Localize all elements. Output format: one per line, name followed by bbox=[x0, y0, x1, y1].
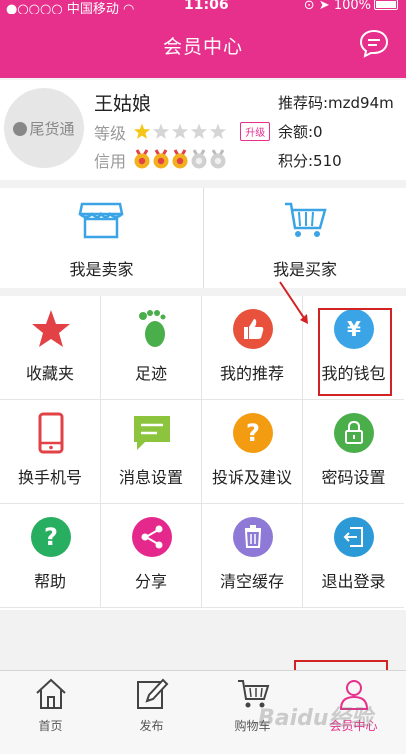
menu-label: 足迹 bbox=[134, 364, 167, 383]
menu-label: 换手机号 bbox=[17, 468, 82, 487]
level-stars-icon bbox=[134, 123, 227, 139]
watermark: Baidu经验 bbox=[258, 706, 373, 731]
menu-label: 密码设置 bbox=[321, 468, 386, 487]
menu-logout[interactable]: 退出登录 bbox=[303, 504, 404, 608]
location-icon: ➤ bbox=[318, 0, 330, 13]
message-icon bbox=[134, 416, 170, 450]
avatar-label: 尾货通 bbox=[29, 120, 75, 138]
level-label: 等级 bbox=[94, 124, 127, 143]
menu-change-phone[interactable]: 换手机号 bbox=[0, 400, 101, 504]
menu-label: 收藏夹 bbox=[25, 364, 74, 383]
menu-feedback[interactable]: ? 投诉及建议 bbox=[202, 400, 303, 504]
level-star bbox=[210, 123, 227, 139]
page-title: 会员中心 bbox=[162, 36, 243, 58]
menu-label: 清空缓存 bbox=[219, 572, 284, 591]
level-star bbox=[172, 123, 189, 139]
menu-label: 帮助 bbox=[33, 572, 66, 591]
share-icon bbox=[132, 517, 172, 557]
level-star bbox=[191, 123, 208, 139]
status-time: 11:06 bbox=[184, 0, 229, 13]
menu-clear-cache[interactable]: 清空缓存 bbox=[202, 504, 303, 608]
svg-text:?: ? bbox=[44, 523, 58, 551]
svg-text:?: ? bbox=[246, 419, 260, 447]
seller-entry[interactable]: 我是卖家 bbox=[0, 188, 203, 288]
thumbs-up-icon bbox=[233, 309, 273, 349]
balance: 余额:0 bbox=[278, 123, 323, 141]
status-bar: ●○○○○ 中国移动 ◠ 11:06 ⊙ ➤ 100% bbox=[0, 0, 406, 17]
rotation-lock-icon: ⊙ bbox=[303, 0, 315, 13]
upgrade-button[interactable]: 升级 bbox=[240, 122, 271, 141]
question-icon: ? bbox=[233, 413, 273, 453]
annotation-arrow-icon bbox=[279, 281, 308, 324]
battery-icon bbox=[374, 0, 398, 10]
tab-publish[interactable]: 发布 bbox=[101, 671, 202, 754]
help-icon: ? bbox=[31, 517, 71, 557]
seller-label: 我是卖家 bbox=[69, 260, 134, 279]
lock-icon bbox=[334, 413, 374, 453]
menu-footprints[interactable]: 足迹 bbox=[101, 296, 202, 400]
phone-icon bbox=[38, 412, 64, 454]
level-star bbox=[134, 123, 151, 139]
battery-percent: 100% bbox=[333, 0, 371, 13]
trash-icon bbox=[233, 517, 273, 557]
level-row: 等级 升级 bbox=[94, 120, 271, 144]
tab-label: 首页 bbox=[38, 719, 63, 733]
credit-medal bbox=[172, 149, 188, 169]
shop-icon bbox=[78, 202, 124, 239]
profile-card: 尾货通 王姑娘 等级 升级 信用 推荐码:mzd94m 余额:0 积分:510 bbox=[0, 80, 406, 180]
credit-medals-icon bbox=[134, 149, 226, 169]
menu-help[interactable]: ? 帮助 bbox=[0, 504, 101, 608]
cart-icon bbox=[285, 202, 327, 237]
chat-bubble-icon[interactable] bbox=[358, 28, 390, 58]
tab-home[interactable]: 首页 bbox=[0, 671, 101, 754]
user-name: 王姑娘 bbox=[94, 93, 152, 115]
points: 积分:510 bbox=[278, 152, 342, 170]
annotation-box-wallet bbox=[318, 308, 392, 396]
menu-label: 分享 bbox=[134, 572, 167, 591]
referral-code: 推荐码:mzd94m bbox=[278, 94, 394, 112]
edit-icon bbox=[137, 678, 169, 709]
level-star bbox=[153, 123, 170, 139]
menu-label: 投诉及建议 bbox=[211, 468, 292, 487]
status-right: ⊙ ➤ 100% bbox=[304, 0, 398, 13]
menu-password[interactable]: 密码设置 bbox=[303, 400, 404, 504]
star-icon bbox=[32, 310, 70, 347]
credit-row: 信用 bbox=[94, 148, 231, 172]
menu-share[interactable]: 分享 bbox=[101, 504, 202, 608]
brand-logo-icon bbox=[13, 122, 28, 136]
logout-icon bbox=[334, 517, 374, 557]
credit-medal bbox=[210, 149, 226, 169]
home-icon bbox=[36, 678, 66, 709]
menu-label: 我的推荐 bbox=[219, 364, 284, 383]
menu-label: 消息设置 bbox=[118, 468, 183, 487]
header-bar: 会员中心 bbox=[0, 14, 406, 78]
credit-medal bbox=[191, 149, 207, 169]
credit-medal bbox=[153, 149, 169, 169]
avatar[interactable]: 尾货通 bbox=[4, 88, 84, 168]
buyer-entry[interactable]: 我是买家 bbox=[203, 188, 406, 288]
menu-message-settings[interactable]: 消息设置 bbox=[101, 400, 202, 504]
menu-label: 退出登录 bbox=[321, 572, 386, 591]
credit-medal bbox=[134, 149, 150, 169]
footprint-icon bbox=[139, 310, 166, 347]
buyer-label: 我是买家 bbox=[272, 260, 337, 279]
tab-label: 发布 bbox=[139, 719, 164, 733]
credit-label: 信用 bbox=[94, 152, 127, 171]
menu-favorites[interactable]: 收藏夹 bbox=[0, 296, 101, 400]
